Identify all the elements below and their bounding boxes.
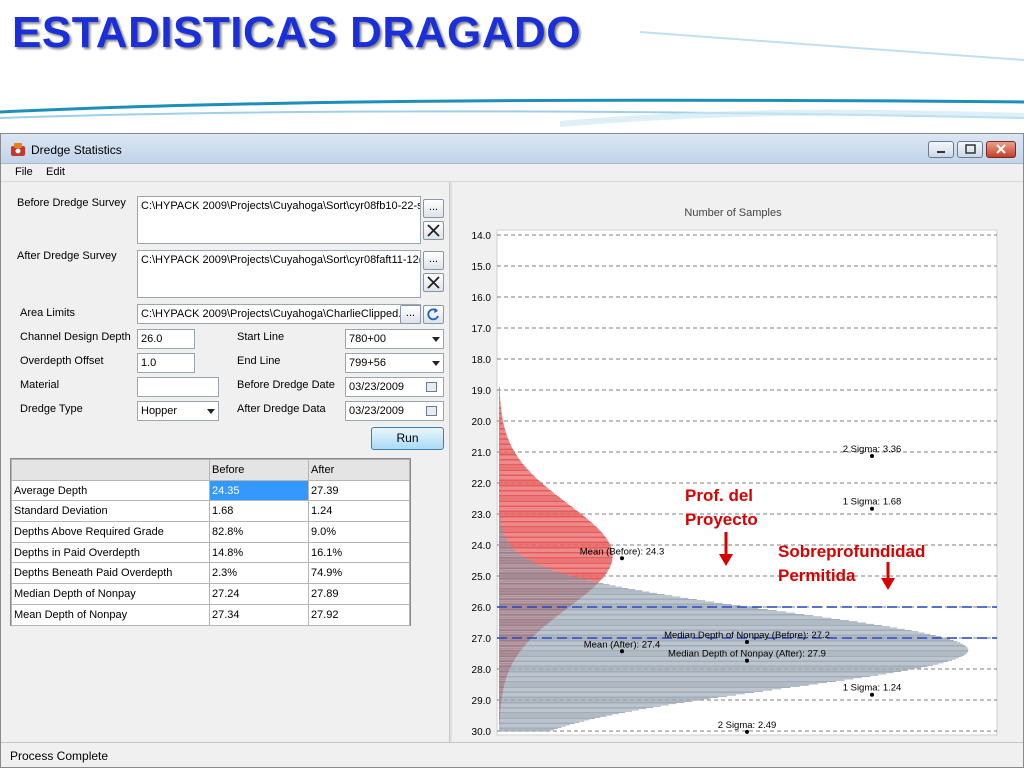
down-arrow-icon [719, 532, 733, 566]
red-arrows [719, 532, 895, 590]
down-arrow-icon [881, 562, 895, 590]
slide: ESTADISTICAS DRAGADO Dredge Statistics F… [0, 0, 1024, 768]
